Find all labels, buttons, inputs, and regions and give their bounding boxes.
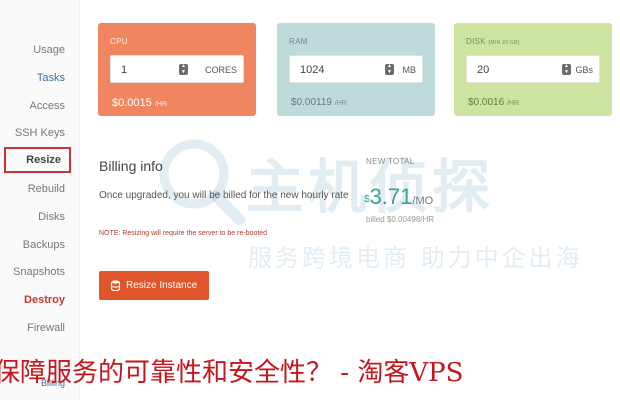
ram-stepper[interactable]: 1024 ▲ ▼ MB bbox=[289, 55, 423, 83]
total-value: 3.71 bbox=[369, 184, 413, 209]
database-icon bbox=[111, 280, 120, 291]
disk-card: DISK (MIN 20 GB) 20 ▲ ▼ GBs $0.0016 /HR bbox=[454, 23, 612, 116]
disk-label: DISK (MIN 20 GB) bbox=[466, 37, 520, 46]
resize-instance-label: Resize Instance bbox=[126, 280, 198, 291]
sidebar-item-resize[interactable]: Resize bbox=[4, 147, 71, 173]
sidebar-item-disks[interactable]: Disks bbox=[38, 211, 65, 223]
sidebar-item-snapshots[interactable]: Snapshots bbox=[13, 266, 65, 278]
stepper-arrows-icon[interactable]: ▲ ▼ bbox=[562, 63, 571, 75]
disk-price-unit: /HR bbox=[506, 100, 519, 107]
ram-price-value: $0.00119 bbox=[291, 97, 332, 108]
ram-price: $0.00119 /HR bbox=[291, 97, 347, 108]
watermark-logo-icon bbox=[159, 139, 246, 226]
sidebar-item-access[interactable]: Access bbox=[30, 100, 65, 112]
sidebar-item-tasks[interactable]: Tasks bbox=[37, 72, 65, 84]
cpu-value[interactable]: 1 bbox=[121, 64, 127, 76]
disk-stepper[interactable]: 20 ▲ ▼ GBs bbox=[466, 55, 600, 83]
sidebar: Usage Tasks Access SSH Keys Resize Rebui… bbox=[0, 0, 80, 400]
sidebar-item-backups[interactable]: Backups bbox=[23, 239, 65, 251]
disk-label-text: DISK bbox=[466, 37, 486, 46]
cpu-card: CPU 1 ▲ ▼ CORES $0.0015 /HR bbox=[98, 23, 256, 116]
billing-description: Once upgraded, you will be billed for th… bbox=[99, 190, 349, 201]
sidebar-item-ssh-keys[interactable]: SSH Keys bbox=[15, 127, 65, 139]
billing-title: Billing info bbox=[99, 158, 163, 174]
stepper-arrows-icon[interactable]: ▲ ▼ bbox=[385, 63, 394, 75]
ram-card: RAM 1024 ▲ ▼ MB $0.00119 /HR bbox=[277, 23, 435, 116]
stepper-arrows-icon[interactable]: ▲ ▼ bbox=[179, 63, 188, 75]
sidebar-item-usage[interactable]: Usage bbox=[33, 44, 65, 56]
disk-label-note: (MIN 20 GB) bbox=[488, 40, 520, 46]
disk-unit: GBs bbox=[575, 65, 593, 75]
cpu-stepper[interactable]: 1 ▲ ▼ CORES bbox=[110, 55, 244, 83]
total-label: NEW TOTAL bbox=[366, 157, 415, 166]
resize-instance-button[interactable]: Resize Instance bbox=[99, 271, 209, 300]
total-amount: $3.71/MO bbox=[364, 184, 433, 210]
caption-overlay: 保障服务的可靠性和安全性？ - 淘客VPS bbox=[0, 358, 464, 388]
ram-price-unit: /HR bbox=[334, 100, 347, 107]
disk-price-value: $0.0016 bbox=[468, 97, 505, 108]
cpu-price-unit: /HR bbox=[154, 101, 167, 108]
billing-note: NOTE: Resizing will require the server t… bbox=[99, 230, 268, 237]
ram-value[interactable]: 1024 bbox=[300, 64, 324, 76]
total-unit: /MO bbox=[412, 195, 434, 207]
watermark-text: 主机侦探 bbox=[246, 153, 495, 221]
cpu-unit: CORES bbox=[204, 65, 237, 75]
watermark-subtitle: 服务跨境电商 助力中企出海 bbox=[248, 244, 583, 272]
cpu-label: CPU bbox=[110, 37, 128, 46]
ram-label: RAM bbox=[289, 37, 308, 46]
sidebar-item-firewall[interactable]: Firewall bbox=[27, 322, 65, 334]
ram-unit: MB bbox=[402, 65, 417, 75]
total-billed: billed $0.00498/HR bbox=[366, 215, 435, 224]
sidebar-item-rebuild[interactable]: Rebuild bbox=[28, 183, 65, 195]
cpu-price-value: $0.0015 bbox=[112, 97, 152, 109]
disk-price: $0.0016 /HR bbox=[468, 97, 519, 108]
cpu-price: $0.0015 /HR bbox=[112, 97, 167, 109]
sidebar-item-destroy[interactable]: Destroy bbox=[24, 294, 65, 306]
disk-value[interactable]: 20 bbox=[477, 64, 489, 76]
